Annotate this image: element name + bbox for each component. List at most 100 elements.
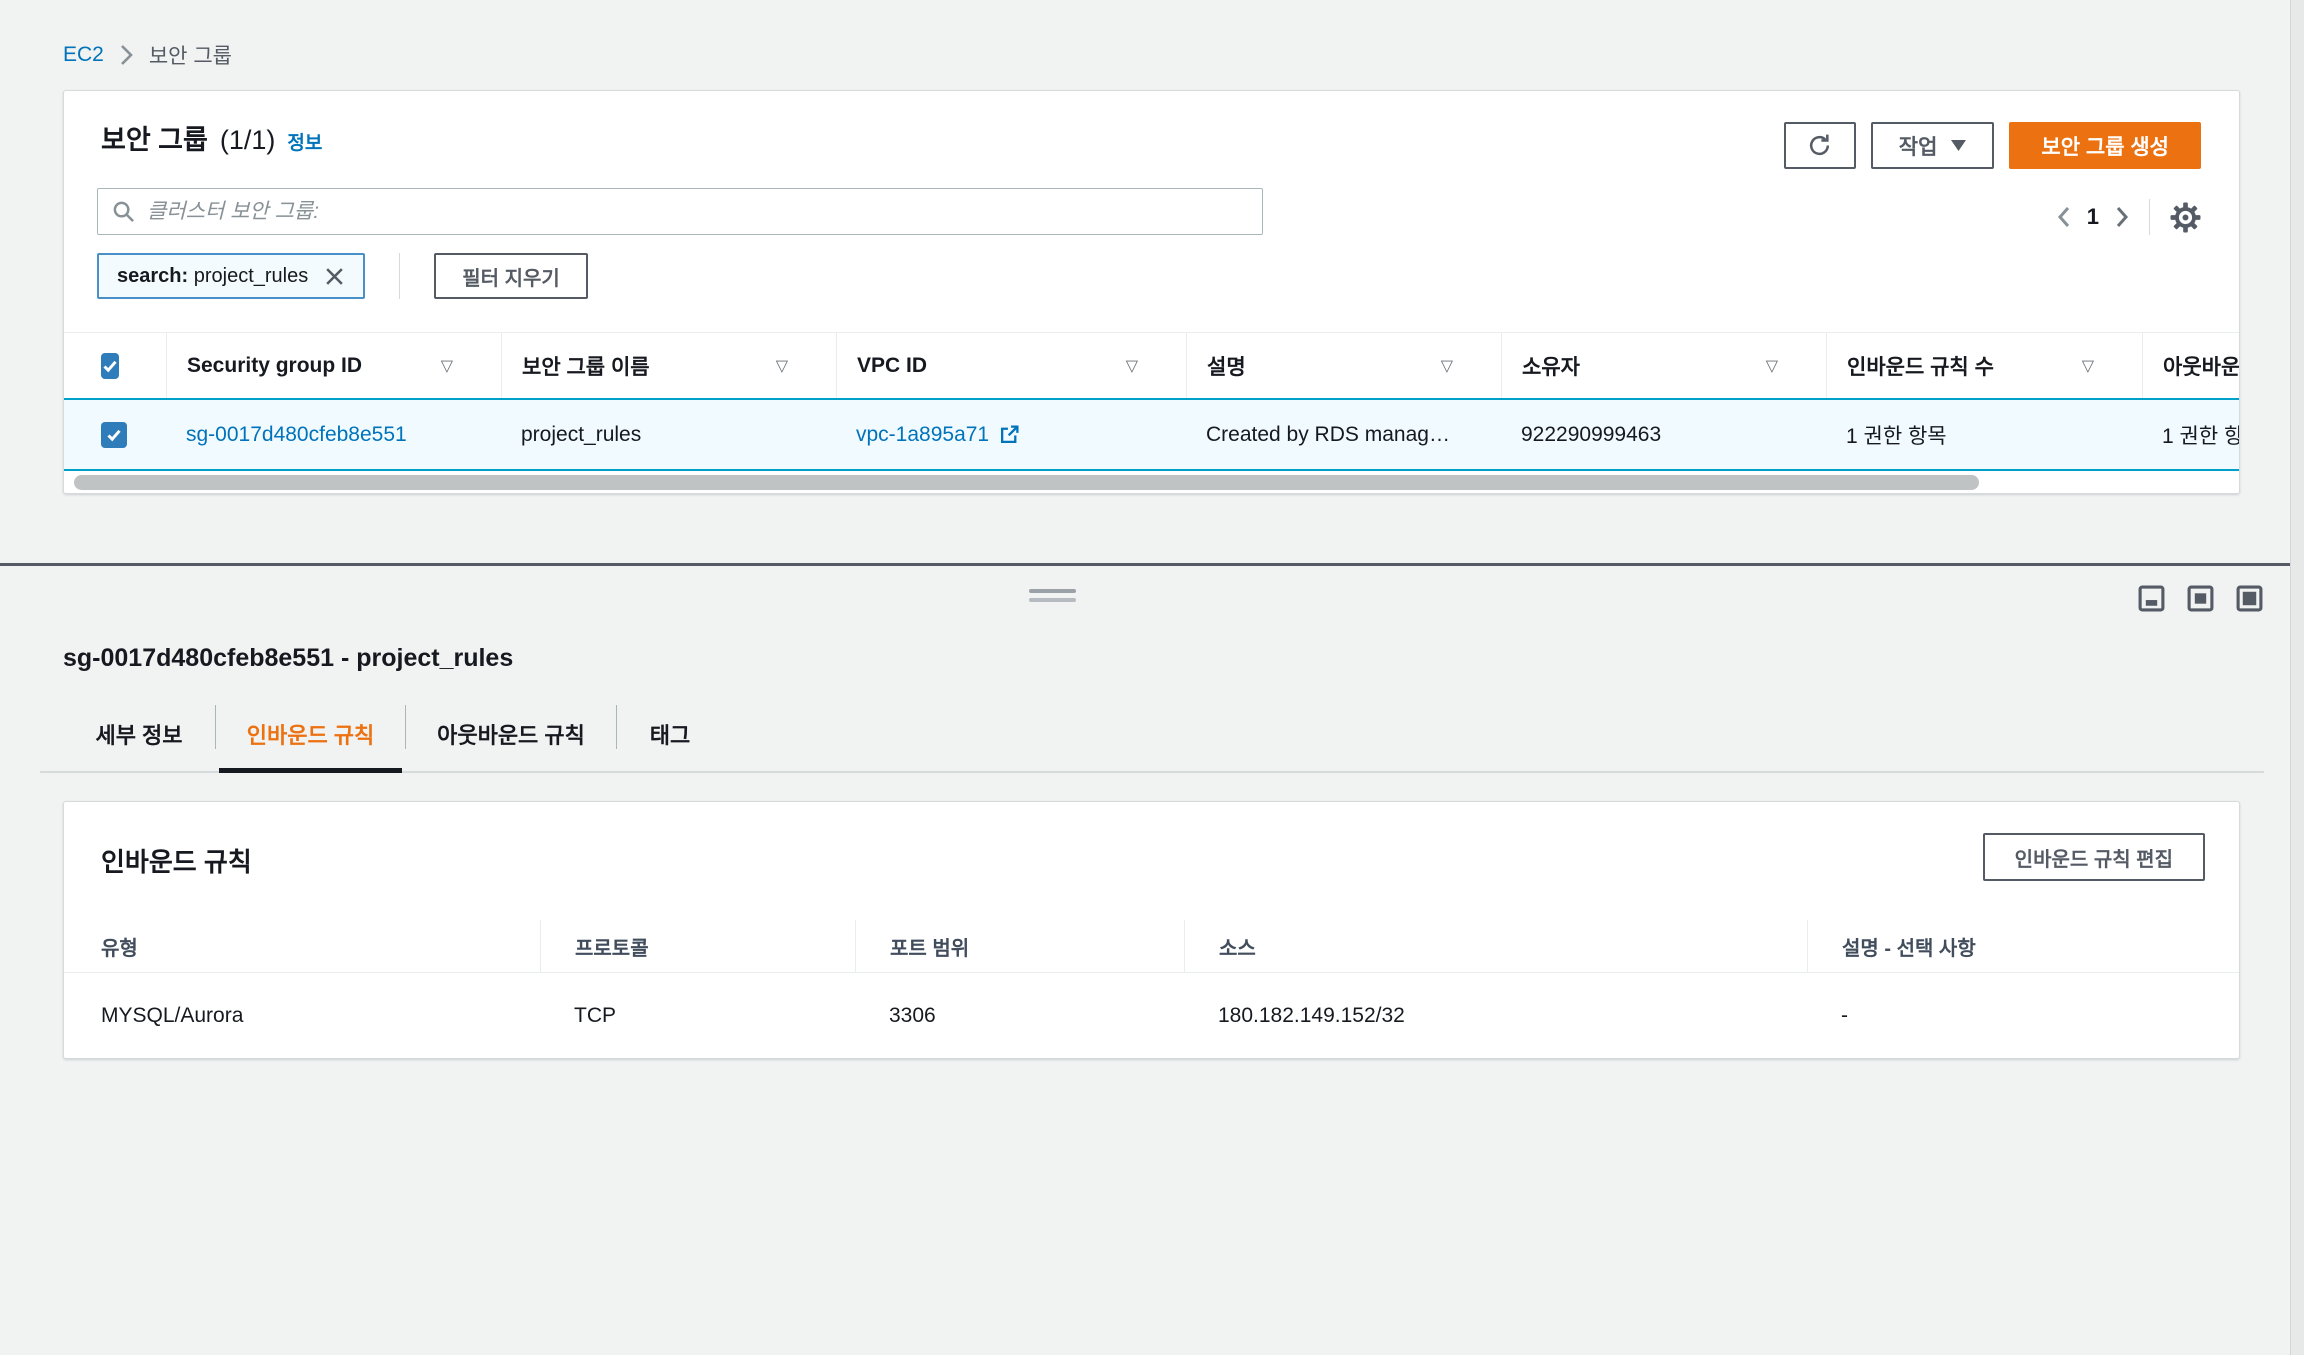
inbound-rules-card: 인바운드 규칙 인바운드 규칙 편집 유형 프로토콜 포트 범위 소스 설명 -…	[63, 801, 2240, 1059]
create-security-group-button[interactable]: 보안 그룹 생성	[2009, 122, 2201, 169]
page-next-icon[interactable]	[2115, 205, 2129, 229]
column-label: 설명	[1207, 351, 1246, 381]
row-checkbox[interactable]	[101, 422, 127, 448]
filter-chip: search: project_rules	[97, 253, 365, 299]
security-groups-table: Security group ID ▽ 보안 그룹 이름 ▽ VPC ID ▽ …	[64, 332, 2240, 494]
column-header-vpc-id[interactable]: VPC ID ▽	[836, 333, 1186, 398]
sort-icon: ▽	[2082, 356, 2094, 376]
vertical-scrollbar-track[interactable]	[2290, 0, 2304, 1355]
select-all-checkbox[interactable]	[101, 353, 119, 379]
pagination-divider	[2149, 199, 2150, 235]
inbound-rules-title: 인바운드 규칙	[101, 842, 252, 879]
column-header-outbound-count[interactable]: 아웃바운드 규칙 수 ▽	[2142, 333, 2240, 398]
cell-outbound-count: 1 권한 항목	[2142, 400, 2240, 469]
column-header-inbound-count[interactable]: 인바운드 규칙 수 ▽	[1826, 333, 2142, 398]
sort-icon: ▽	[1766, 356, 1778, 376]
column-label: 아웃바운드 규칙 수	[2163, 351, 2240, 381]
security-groups-header: 보안 그룹 (1/1) 정보	[101, 118, 322, 157]
column-label: 인바운드 규칙 수	[1847, 351, 1994, 381]
column-header-description[interactable]: 설명 ▽	[1186, 333, 1501, 398]
cell-port-range: 3306	[855, 973, 1184, 1058]
sort-icon: ▽	[776, 356, 788, 376]
page-number[interactable]: 1	[2087, 204, 2099, 230]
filter-chip-close-icon[interactable]	[324, 266, 345, 287]
tab-details[interactable]: 세부 정보	[63, 700, 215, 768]
filter-chip-key: search:	[117, 265, 188, 287]
security-group-id-link[interactable]: sg-0017d480cfeb8e551	[186, 423, 407, 447]
panel-size-full-icon[interactable]	[2235, 584, 2264, 613]
horizontal-scrollbar-thumb[interactable]	[74, 475, 1979, 490]
result-count: (1/1)	[220, 125, 276, 156]
tab-inbound-rules[interactable]: 인바운드 규칙	[216, 700, 405, 768]
cell-rule-description: -	[1807, 973, 2240, 1058]
column-header-security-group-id[interactable]: Security group ID ▽	[166, 333, 501, 398]
breadcrumb: EC2 보안 그룹	[63, 40, 232, 70]
column-label: Security group ID	[187, 354, 362, 378]
pagination: 1	[2057, 197, 2201, 237]
cell-source: 180.182.149.152/32	[1184, 973, 1807, 1058]
cell-name: project_rules	[501, 400, 836, 469]
panel-size-half-icon[interactable]	[2186, 584, 2215, 613]
sort-icon: ▽	[1126, 356, 1138, 376]
detail-tabs: 세부 정보 인바운드 규칙 아웃바운드 규칙 태그	[63, 700, 723, 773]
cell-inbound-count: 1 권한 항목	[1826, 400, 2142, 469]
breadcrumb-chevron-icon	[120, 44, 133, 66]
splitter-drag-handle[interactable]	[1029, 589, 1076, 607]
panel-splitter	[0, 563, 2304, 566]
filter-divider	[399, 253, 400, 299]
table-row-selected[interactable]: sg-0017d480cfeb8e551 project_rules vpc-1…	[64, 398, 2240, 471]
actions-button-label: 작업	[1899, 131, 1938, 161]
inbound-header-row: 유형 프로토콜 포트 범위 소스 설명 - 선택 사항	[64, 920, 2240, 973]
sort-icon: ▽	[441, 356, 453, 376]
tab-outbound-rules[interactable]: 아웃바운드 규칙	[406, 700, 616, 768]
column-label: 보안 그룹 이름	[522, 351, 650, 381]
row-checkbox-cell	[64, 400, 166, 469]
search-input[interactable]	[147, 200, 1248, 224]
external-link-icon	[999, 424, 1020, 445]
sort-icon: ▽	[1441, 356, 1453, 376]
clear-filters-button[interactable]: 필터 지우기	[434, 253, 588, 299]
cell-protocol: TCP	[540, 973, 855, 1058]
refresh-button[interactable]	[1784, 122, 1856, 169]
filter-row: search: project_rules 필터 지우기	[97, 253, 588, 299]
info-link[interactable]: 정보	[287, 128, 322, 155]
cell-owner: 922290999463	[1501, 400, 1826, 469]
toolbar: 작업 보안 그룹 생성	[1784, 122, 2201, 169]
panel-size-controls	[2137, 584, 2264, 613]
column-header-name[interactable]: 보안 그룹 이름 ▽	[501, 333, 836, 398]
panel-size-small-icon[interactable]	[2137, 584, 2166, 613]
breadcrumb-current: 보안 그룹	[149, 40, 232, 70]
filter-chip-value: project_rules	[194, 265, 309, 287]
drag-handle-bar	[1029, 589, 1076, 593]
column-header-rule-description: 설명 - 선택 사항	[1807, 920, 2240, 972]
inbound-rule-row: MYSQL/Aurora TCP 3306 180.182.149.152/32…	[64, 973, 2240, 1058]
column-header-port-range: 포트 범위	[855, 920, 1184, 972]
column-header-type: 유형	[64, 920, 540, 972]
breadcrumb-ec2-link[interactable]: EC2	[63, 43, 104, 67]
search-box	[97, 188, 1263, 235]
settings-gear-icon[interactable]	[2170, 202, 2201, 233]
tab-tags[interactable]: 태그	[617, 700, 723, 768]
page-title: 보안 그룹	[101, 118, 208, 157]
select-all-cell	[64, 333, 166, 398]
column-label: VPC ID	[857, 354, 927, 378]
table-header-row: Security group ID ▽ 보안 그룹 이름 ▽ VPC ID ▽ …	[64, 332, 2240, 398]
edit-inbound-rules-button[interactable]: 인바운드 규칙 편집	[1983, 833, 2205, 881]
drag-handle-bar	[1029, 598, 1076, 602]
column-header-protocol: 프로토콜	[540, 920, 855, 972]
detail-panel-title: sg-0017d480cfeb8e551 - project_rules	[63, 644, 513, 673]
column-label: 소유자	[1522, 351, 1580, 381]
cell-type: MYSQL/Aurora	[64, 973, 540, 1058]
column-header-owner[interactable]: 소유자 ▽	[1501, 333, 1826, 398]
caret-down-icon	[1951, 140, 1966, 151]
inbound-rules-table: 유형 프로토콜 포트 범위 소스 설명 - 선택 사항 MYSQL/Aurora…	[64, 920, 2240, 1058]
page-prev-icon[interactable]	[2057, 205, 2071, 229]
horizontal-scrollbar-track[interactable]	[64, 471, 2240, 494]
security-groups-card: 보안 그룹 (1/1) 정보 작업 보안 그룹 생성 1	[63, 90, 2240, 494]
refresh-icon	[1807, 133, 1832, 158]
vpc-id-link[interactable]: vpc-1a895a71	[856, 423, 989, 447]
actions-button[interactable]: 작업	[1871, 122, 1995, 169]
cell-description: Created by RDS manag…	[1186, 400, 1501, 469]
column-header-source: 소스	[1184, 920, 1807, 972]
search-icon	[112, 200, 135, 223]
